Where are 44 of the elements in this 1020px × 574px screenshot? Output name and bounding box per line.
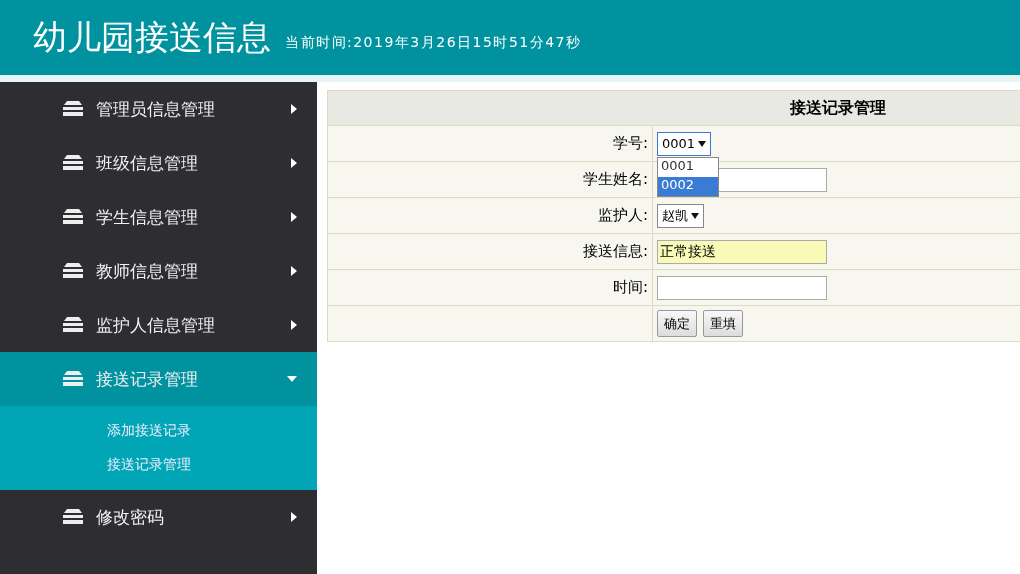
sidebar-item[interactable]: 学生信息管理 xyxy=(0,190,317,244)
layers-icon xyxy=(62,155,84,171)
input-field[interactable] xyxy=(657,275,827,300)
current-time: 当前时间:2019年3月26日15时51分47秒 xyxy=(285,33,582,52)
caret-right-icon xyxy=(291,158,297,168)
field-label: 监护人: xyxy=(328,198,653,233)
dropdown-arrow-icon xyxy=(691,212,699,219)
select-field[interactable]: 0001 xyxy=(657,131,712,156)
caret-right-icon xyxy=(291,104,297,114)
caret-down-icon xyxy=(287,376,297,382)
caret-right-icon xyxy=(291,320,297,330)
form-title: 接送记录管理 xyxy=(328,91,1020,126)
layers-icon xyxy=(62,371,84,387)
sidebar-item-label: 监护人信息管理 xyxy=(96,313,216,337)
sidebar-item-label: 修改密码 xyxy=(96,505,165,529)
dropdown-option[interactable]: 0002 xyxy=(658,177,718,196)
sidebar-item-label: 管理员信息管理 xyxy=(96,97,216,121)
sidebar-item[interactable]: 监护人信息管理 xyxy=(0,298,317,352)
sidebar-item[interactable]: 修改密码 xyxy=(0,490,317,544)
select-field[interactable]: 赵凯 xyxy=(657,203,704,228)
field-label: 时间: xyxy=(328,270,653,305)
caret-right-icon xyxy=(291,212,297,222)
caret-right-icon xyxy=(291,512,297,522)
input-field[interactable]: 正常接送 xyxy=(657,239,827,264)
field-label: 接送信息: xyxy=(328,234,653,269)
layers-icon xyxy=(62,101,84,117)
app-title: 幼儿园接送信息 xyxy=(33,15,271,59)
layers-icon xyxy=(62,263,84,279)
sidebar-item[interactable]: 管理员信息管理 xyxy=(0,82,317,136)
sidebar-item-label: 教师信息管理 xyxy=(96,259,199,283)
form-button[interactable]: 重填 xyxy=(703,310,743,337)
dropdown-arrow-icon xyxy=(698,140,707,147)
field-label: 学号: xyxy=(328,126,653,161)
form-button[interactable]: 确定 xyxy=(657,310,697,337)
sidebar-item-label: 接送记录管理 xyxy=(96,367,199,391)
layers-icon xyxy=(62,209,84,225)
sidebar-item-label: 班级信息管理 xyxy=(96,151,199,175)
field-label: 学生姓名: xyxy=(328,162,653,197)
layers-icon xyxy=(62,317,84,333)
sidebar-item[interactable]: 教师信息管理 xyxy=(0,244,317,298)
sidebar-item[interactable]: 班级信息管理 xyxy=(0,136,317,190)
caret-right-icon xyxy=(291,266,297,276)
layers-icon xyxy=(62,509,84,525)
sidebar-item-label: 学生信息管理 xyxy=(96,205,199,229)
